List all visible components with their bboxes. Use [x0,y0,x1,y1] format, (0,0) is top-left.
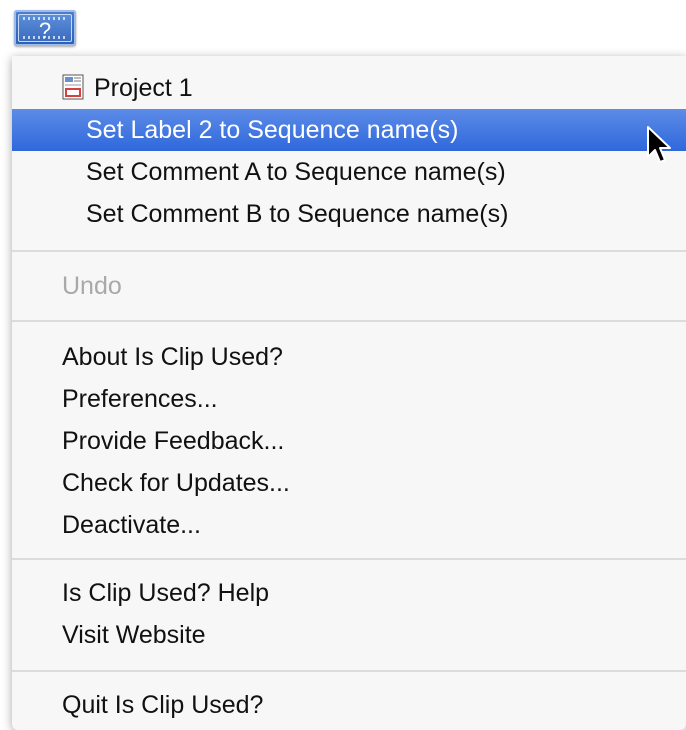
menu-item-label: Undo [62,272,122,300]
menu-extra-icon[interactable]: ? [14,10,76,46]
menu-item-label: About Is Clip Used? [62,343,283,371]
menu-item-label: Visit Website [62,621,206,649]
mouse-pointer-icon [645,125,675,167]
menu-item-label: Preferences... [62,385,218,413]
question-mark-icon: ? [38,18,52,43]
menu-item-label: Set Label 2 to Sequence name(s) [86,116,459,144]
menu-separator [12,320,686,322]
menu-item-label: Set Comment A to Sequence name(s) [86,158,506,186]
menu-item-set-label-2[interactable]: Set Label 2 to Sequence name(s) [12,109,686,151]
menu-separator [12,558,686,560]
menu-separator [12,670,686,672]
menu-item-label: Set Comment B to Sequence name(s) [86,200,509,228]
film-perforation-bottom [23,36,67,39]
menu-item-label: Deactivate... [62,511,201,539]
menu-item-label: Check for Updates... [62,469,290,497]
menu-item-project[interactable]: Project 1 [12,67,686,109]
menu-item-help[interactable]: Is Clip Used? Help [12,572,686,614]
dropdown-menu: Project 1 Set Label 2 to Sequence name(s… [12,56,686,730]
menu-item-about[interactable]: About Is Clip Used? [12,336,686,378]
screen: ? Project 1 Set Label 2 to Sequence name… [0,0,686,730]
menu-separator [12,250,686,252]
menu-item-deactivate[interactable]: Deactivate... [12,504,686,546]
menu-item-provide-feedback[interactable]: Provide Feedback... [12,420,686,462]
film-frame-icon: ? [18,14,72,43]
menu-item-undo: Undo [12,265,686,307]
menu-item-label: Is Clip Used? Help [62,579,270,607]
menu-item-check-updates[interactable]: Check for Updates... [12,462,686,504]
menu-item-visit-website[interactable]: Visit Website [12,614,686,656]
menu-item-preferences[interactable]: Preferences... [12,378,686,420]
menu-item-label: Quit Is Clip Used? [62,691,264,719]
menu-item-set-comment-a[interactable]: Set Comment A to Sequence name(s) [12,151,686,193]
menu-item-quit[interactable]: Quit Is Clip Used? [12,684,686,726]
project-file-icon [62,74,84,100]
menu-item-label: Provide Feedback... [62,427,285,455]
menu-item-project-label: Project 1 [94,74,193,102]
menu-item-set-comment-b[interactable]: Set Comment B to Sequence name(s) [12,193,686,235]
